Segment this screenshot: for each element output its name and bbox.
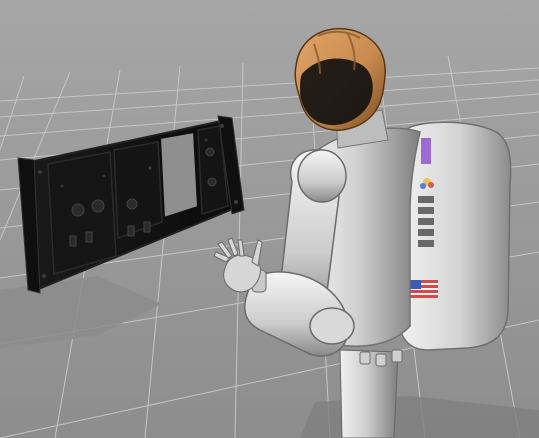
robot-elbow (309, 307, 355, 345)
toggle-2[interactable] (85, 231, 93, 243)
knob-4[interactable] (205, 147, 215, 157)
knob-3[interactable] (126, 198, 138, 210)
toggle-3[interactable] (127, 225, 135, 237)
toggle-4[interactable] (143, 221, 151, 233)
robot-shoulder (297, 149, 347, 203)
toggle-1[interactable] (69, 235, 77, 247)
panel-module-middle[interactable] (113, 141, 163, 240)
knob-5[interactable] (207, 177, 217, 187)
panel-window (158, 130, 200, 220)
us-flag-patch (410, 280, 438, 298)
backpack-stripe (421, 138, 431, 164)
scene-canvas[interactable] (0, 0, 539, 438)
3d-viewport[interactable] (0, 0, 539, 438)
knob-1[interactable] (71, 203, 85, 217)
knob-2[interactable] (91, 199, 105, 213)
